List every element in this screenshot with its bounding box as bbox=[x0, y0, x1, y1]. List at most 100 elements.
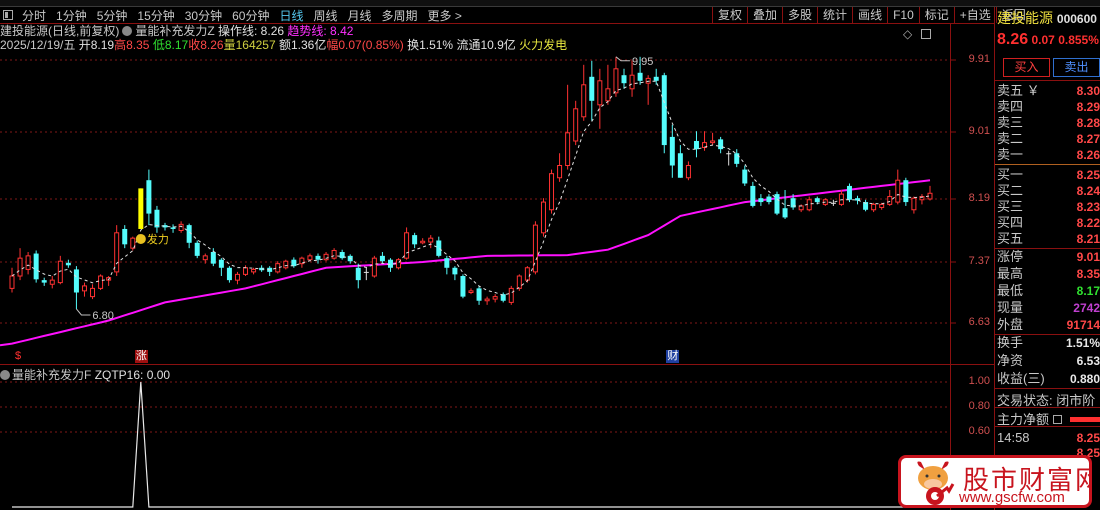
divider bbox=[995, 426, 1100, 427]
pane-divider bbox=[0, 364, 994, 365]
row-value: 9.01 bbox=[1076, 250, 1100, 264]
candle-body bbox=[436, 240, 442, 256]
quote-row: 外盘 91714 bbox=[997, 317, 1100, 333]
candle-body bbox=[41, 280, 47, 283]
candle-body bbox=[210, 252, 216, 264]
candle-body bbox=[782, 208, 788, 218]
row-value: 2742 bbox=[1073, 301, 1100, 315]
candle-body bbox=[685, 165, 691, 179]
signal-label: 发力 bbox=[147, 232, 169, 246]
menu-icon[interactable] bbox=[1052, 415, 1062, 424]
event-marker[interactable]: 财 bbox=[666, 350, 680, 363]
row-label: 14:58 bbox=[997, 430, 1030, 445]
y-tick-label: 9.91 bbox=[968, 53, 990, 65]
lower-y-tick-label: 0.60 bbox=[968, 425, 990, 437]
candle-body bbox=[911, 197, 917, 211]
candle-body bbox=[581, 84, 587, 118]
row-value: 8.21 bbox=[1076, 232, 1100, 246]
low-price-label: 6.80 bbox=[92, 310, 113, 322]
bull-logo-icon bbox=[917, 461, 955, 505]
fundamental-row: 换手 1.51% bbox=[997, 335, 1100, 351]
row-label: 涨停 bbox=[997, 249, 1024, 264]
sell-button[interactable]: 卖出 bbox=[1053, 58, 1100, 77]
stock-code: 000600 bbox=[1056, 12, 1097, 26]
candle-body bbox=[379, 255, 385, 262]
high-price-label: 9.95 bbox=[632, 56, 653, 68]
candle-body bbox=[323, 253, 329, 261]
candle-body bbox=[774, 194, 780, 214]
lower-indicator-name[interactable]: 量能补充发力F bbox=[12, 368, 91, 382]
candle-body bbox=[65, 262, 71, 266]
row-value: 6.53 bbox=[1076, 354, 1100, 368]
buy-button[interactable]: 买入 bbox=[1003, 58, 1050, 77]
divider bbox=[995, 164, 1100, 165]
candle-body bbox=[645, 77, 651, 84]
row-label: 卖一 bbox=[997, 147, 1024, 162]
candle-body bbox=[315, 255, 321, 260]
candle-body bbox=[307, 255, 313, 261]
candle-body bbox=[420, 240, 426, 244]
candle-body bbox=[693, 140, 699, 150]
zqtp16-value: ZQTP16: 0.00 bbox=[94, 368, 171, 382]
candle-body bbox=[846, 185, 852, 200]
candle-body bbox=[178, 223, 184, 231]
candle-body bbox=[830, 202, 836, 204]
quote-row: 现量 2742 bbox=[997, 300, 1100, 316]
row-value: 8.30 bbox=[1076, 84, 1100, 98]
kline-chart[interactable]: 9.95 6.80 发力 bbox=[0, 0, 1100, 510]
divider bbox=[995, 407, 1100, 408]
axis-divider bbox=[950, 24, 951, 510]
candle-body bbox=[114, 232, 120, 273]
bid-row: 买四 8.22 bbox=[997, 215, 1100, 231]
candle-body bbox=[758, 198, 764, 203]
candle-body bbox=[540, 201, 546, 234]
stock-name: 建投能源 000600 bbox=[997, 8, 1097, 28]
candle-body bbox=[895, 179, 901, 203]
tick-row: 14:58 8.25 bbox=[997, 430, 1100, 446]
candle-body bbox=[621, 75, 627, 84]
candle-body bbox=[524, 267, 530, 281]
candle-body bbox=[750, 185, 756, 206]
y-tick-label: 7.37 bbox=[968, 255, 990, 267]
watermark-url: www.gscfw.com bbox=[959, 489, 1065, 506]
bid-row: 买三 8.23 bbox=[997, 199, 1100, 215]
row-value: 8.17 bbox=[1076, 284, 1100, 298]
candle-body bbox=[573, 108, 579, 142]
quote-panel: 建投能源 000600 8.26 0.07 0.855% 买入 卖出 卖五 ￥ 8… bbox=[995, 7, 1100, 510]
candle-body bbox=[33, 253, 39, 280]
ask-row: 卖五 ￥ 8.30 bbox=[997, 83, 1100, 99]
row-value: 8.25 bbox=[1076, 168, 1100, 182]
candle-body bbox=[613, 68, 619, 94]
indicator-dropdown-icon[interactable] bbox=[0, 370, 10, 380]
candle-body bbox=[903, 180, 909, 203]
row-label: 净资 bbox=[997, 353, 1024, 368]
row-value: 8.24 bbox=[1076, 184, 1100, 198]
watermark-logo: 股市财富网 www.gscfw.com bbox=[898, 455, 1092, 508]
event-marker[interactable]: $ bbox=[14, 350, 22, 363]
row-label: 外盘 bbox=[997, 317, 1024, 332]
candle-body bbox=[549, 173, 555, 211]
candle-body bbox=[492, 296, 498, 300]
candle-body bbox=[589, 76, 595, 101]
y-tick-label: 6.63 bbox=[968, 316, 990, 328]
candle-body bbox=[234, 273, 240, 281]
candle-body bbox=[879, 203, 885, 208]
candle-body bbox=[146, 180, 152, 214]
candle-body bbox=[605, 88, 611, 102]
row-label: 卖五 ￥ bbox=[997, 83, 1040, 98]
candle-body bbox=[331, 249, 337, 259]
candle-body bbox=[669, 136, 675, 166]
quote-row: 最低 8.17 bbox=[997, 283, 1100, 299]
ask-row: 卖三 8.28 bbox=[997, 115, 1100, 131]
candle-body bbox=[138, 188, 144, 229]
row-label: 买三 bbox=[997, 199, 1024, 214]
row-value: 1.51% bbox=[1065, 336, 1100, 350]
candle-body bbox=[484, 298, 490, 302]
lower-y-tick-label: 0.80 bbox=[968, 400, 990, 412]
event-marker[interactable]: 涨 bbox=[134, 350, 148, 363]
candle-body bbox=[710, 140, 716, 144]
bid-row: 买一 8.25 bbox=[997, 167, 1100, 183]
candle-body bbox=[871, 203, 877, 211]
net-flow-bar bbox=[1069, 417, 1100, 422]
candle-body bbox=[90, 287, 96, 298]
